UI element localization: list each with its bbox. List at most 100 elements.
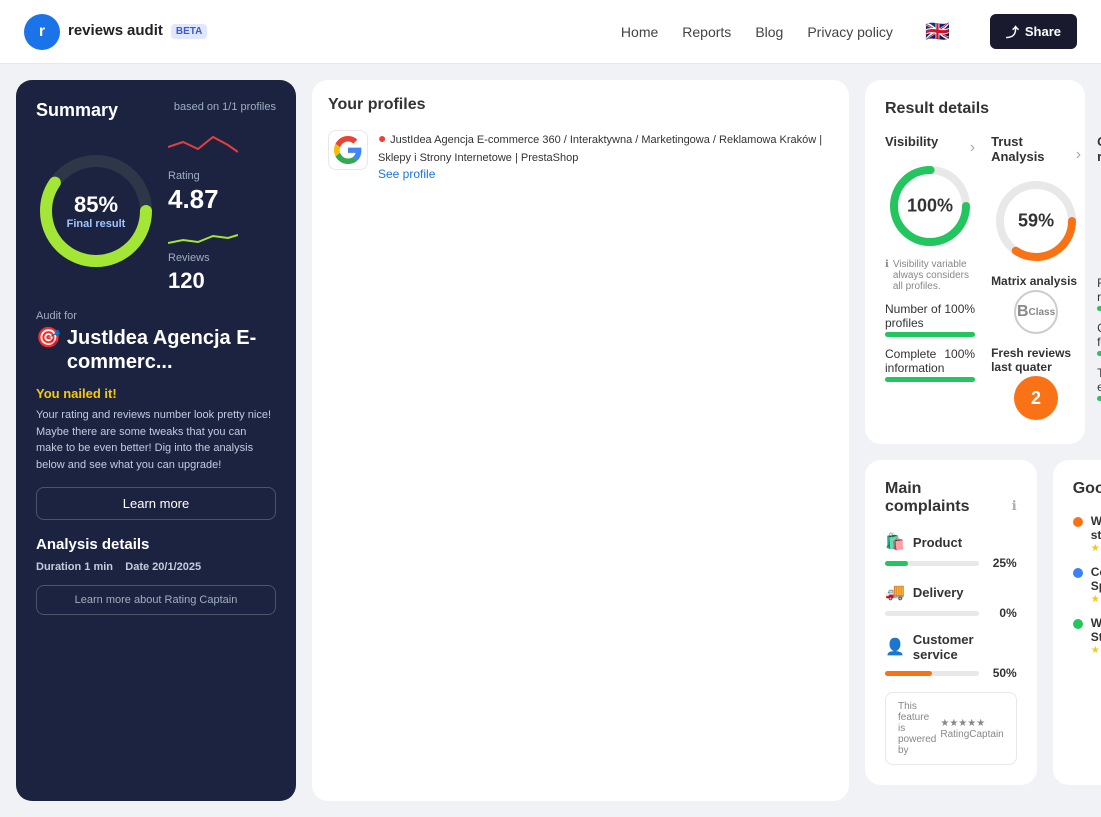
quality-title: Quality of reviews [1097,134,1101,164]
logo-audit: audit [127,23,163,40]
service-pct: 50% [987,666,1017,680]
comp-dot-2 [1073,568,1083,578]
delivery-icon: 🚚 [885,582,905,602]
donut-center: 85% Final result [67,192,126,230]
product-pct: 25% [987,556,1017,570]
see-profile-link-1[interactable]: See profile [378,167,435,181]
fresh-badge: 2 [1014,376,1058,420]
comp-stars-1: ★ [1091,543,1100,554]
google-dot: ● [378,130,386,146]
visibility-arrow[interactable]: › [970,139,975,157]
final-label: Final result [67,218,126,230]
learn-more-button[interactable]: Learn more about Rating Captain [36,585,276,615]
main-content: Result details Visibility › [865,80,1085,785]
logo: r reviews audit BETA [24,14,207,50]
profile-item-1: ● JustIdea Agencja E-commerce 360 / Inte… [328,130,833,181]
page: Summary based on 1/1 profiles 85% Final … [0,64,1101,817]
service-icon: 👤 [885,637,905,657]
nav-reports[interactable]: Reports [682,24,731,40]
competitors-content: Wojoweb – strony int... ★ 5 💬 201 [1073,514,1101,667]
comp-meta-3: ★ 5 💬 100 [1091,644,1101,657]
summary-title: Summary [36,100,118,121]
product-icon: 🛍️ [885,532,905,552]
nav-home[interactable]: Home [621,24,658,40]
powered-brand: ★★★★★ RatingCaptain [940,718,1003,740]
trust-col: Trust Analysis › 59% [991,134,1081,424]
logo-icon: r [24,14,60,50]
analysis-meta: Duration 1 min Date 20/1/2025 [36,561,276,573]
competitors-title: Google competitors [1073,480,1101,498]
complaints-title-row: Main complaints ℹ [885,480,1017,532]
comp-meta-1: ★ 5 💬 201 [1091,542,1101,555]
rating-label: Rating [168,170,238,182]
nail-title: You nailed it! [36,386,276,401]
date-val: 20/1/2025 [152,561,201,573]
competitors-list: Wojoweb – strony int... ★ 5 💬 201 [1073,514,1101,667]
date-label: Date [125,561,149,573]
duration-val: 1 min [84,561,113,573]
result-card: Result details Visibility › [865,80,1085,444]
delivery-pct: 0% [987,606,1017,620]
profiles-scroll: ● JustIdea Agencja E-commerce 360 / Inte… [328,130,833,181]
comp-name-3: WEBQOS – Strony inte... [1091,616,1101,644]
flag-icon[interactable]: 🇬🇧 [925,19,950,44]
trust-title: Trust Analysis [991,134,1076,164]
nav-blog[interactable]: Blog [755,24,783,40]
profiles-title: Your profiles [328,96,833,114]
powered-label: This feature is powered by [898,701,936,756]
learn-button[interactable]: Learn more [36,487,276,520]
metric-feedback: Customer feedback 90% [1097,321,1101,349]
nav-privacy[interactable]: Privacy policy [807,24,893,40]
complaints-info-icon[interactable]: ℹ [1012,498,1017,514]
rating-value: 4.87 [168,186,238,212]
result-cols: Visibility › 100% ℹVisibilit [885,134,1065,424]
comp-meta-2: ★ 5 💬 123 [1091,593,1101,606]
rating-area: Rating 4.87 Reviews 120 [168,127,238,294]
based-on: based on 1/1 profiles [174,101,276,113]
comp-stars-2: ★ [1091,594,1100,605]
analysis-title: Analysis details [36,536,276,553]
duration-label: Duration [36,561,81,573]
company-name: JustIdea Agencja E-commerc... [67,326,276,374]
final-percent: 85% [67,192,126,218]
share-icon: ⤴ [1006,22,1019,41]
trend-chart [168,127,238,157]
competitor-3: WEBQOS – Strony inte... ★ 5 💬 100 [1073,616,1101,657]
quality-col: Quality of reviews › 95% Rep [1097,134,1101,424]
nav-links: Home Reports Blog Privacy policy 🇬🇧 ⤴ Sh… [621,14,1077,49]
comp-dot-3 [1073,619,1083,629]
score-area: 85% Final result Rating 4.87 Reviews 120 [36,127,276,294]
trust-value: 59% [1018,211,1054,232]
visibility-value: 100% [907,196,953,217]
comp-stars-3: ★ [1091,645,1100,656]
bottom-grid: Main complaints ℹ 🛍️ Product 25% 🚚 [865,460,1085,785]
powered-by: This feature is powered by ★★★★★ RatingC… [885,692,1017,765]
complaints-card: Main complaints ℹ 🛍️ Product 25% 🚚 [865,460,1037,785]
metric-complete: Complete information 100% [885,347,975,375]
competitors-card: Google competitors ℹ Wojoweb – strony in… [1053,460,1101,785]
logo-text: reviews audit BETA [68,23,207,40]
visibility-title: Visibility [885,134,938,149]
reviews-trend [168,228,238,248]
summary-card: Summary based on 1/1 profiles 85% Final … [16,80,296,801]
competitors-title-row: Google competitors ℹ [1073,480,1101,514]
navbar: r reviews audit BETA Home Reports Blog P… [0,0,1101,64]
metric-profiles: Number of profiles 100% [885,302,975,330]
product-name: Product [913,535,962,550]
metric-reply: Replying to reviews 97% [1097,276,1101,304]
competitor-1: Wojoweb – strony int... ★ 5 💬 201 [1073,514,1101,555]
profile-name-1: JustIdea Agencja E-commerce 360 / Intera… [378,134,822,164]
share-label: Share [1025,24,1061,39]
visibility-note: ℹVisibility variable always considers al… [885,259,975,292]
share-button[interactable]: ⤴ Share [990,14,1077,49]
reviews-label: Reviews [168,252,238,264]
audit-name: 🎯 JustIdea Agencja E-commerc... [36,326,276,374]
comp-name-1: Wojoweb – strony int... [1091,514,1101,542]
delivery-name: Delivery [913,585,964,600]
metric-tone: Tone of expression 97% [1097,366,1101,394]
reviews-value: 120 [168,268,238,294]
competitor-2: ComputerSoft Sp. z o... ★ 5 💬 123 [1073,565,1101,606]
complaints-title: Main complaints [885,480,1008,516]
beta-badge: BETA [171,24,207,39]
trust-arrow[interactable]: › [1076,146,1081,164]
